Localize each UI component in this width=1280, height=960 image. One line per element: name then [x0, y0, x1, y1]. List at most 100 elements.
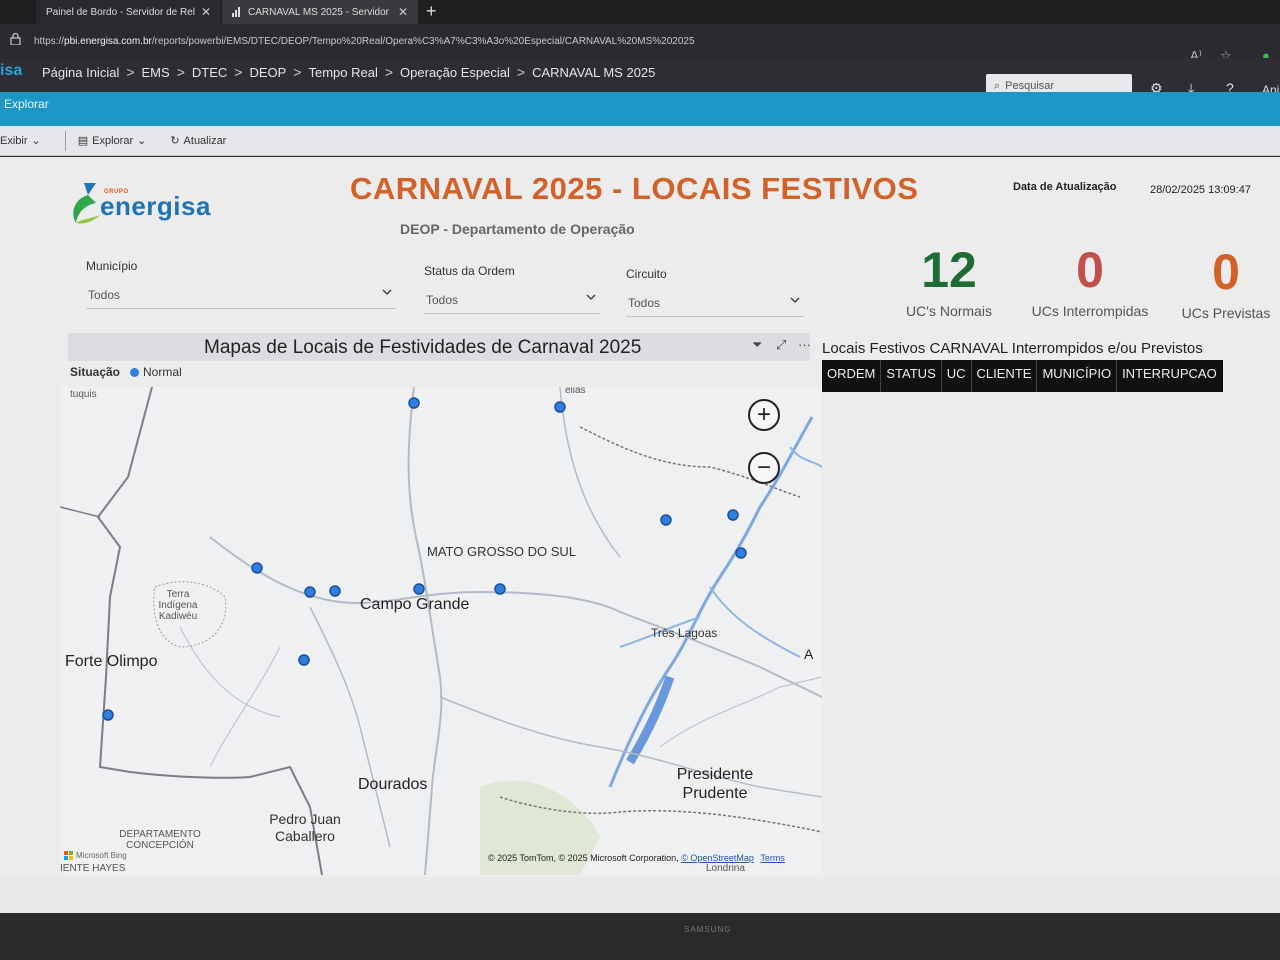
map-point [660, 514, 672, 526]
map-canvas[interactable]: MATO GROSSO DO SUL Campo Grande Três Lag… [60, 387, 822, 875]
chevron-down-icon: ⌄ [137, 135, 147, 147]
map-visual-header: Mapas de Locais de Festividades de Carna… [68, 333, 811, 361]
map-label-forte-olimpo: Forte Olimpo [65, 653, 158, 670]
breadcrumb-item[interactable]: Tempo Real [308, 65, 377, 80]
map-legend: Situação Normal [70, 365, 182, 379]
table-header: ORDEM STATUS UC CLIENTE MUNICÍPIO INTERR… [822, 360, 1223, 392]
slicer-dropdown-circuito[interactable]: Todos [626, 293, 804, 317]
view-menu-button[interactable]: Exibir ⌄ [0, 134, 41, 148]
slicer-dropdown-municipio[interactable]: Todos [86, 285, 396, 309]
kpi-value: 0 [1076, 242, 1104, 298]
chevron-right-icon: > [126, 64, 135, 80]
address-bar: https://pbi.energisa.com.br/reports/powe… [0, 24, 1280, 63]
url-text[interactable]: https://pbi.energisa.com.br/reports/powe… [34, 36, 695, 47]
column-header-municipio[interactable]: MUNICÍPIO [1037, 360, 1118, 392]
map-attribution: © 2025 TomTom, © 2025 Microsoft Corporat… [488, 853, 785, 863]
report-toolbar: Exibir ⌄ ▤ Explorar ⌄ ↻ Atualizar [0, 126, 1280, 156]
kpi-label: UCs Interrompidas [1031, 303, 1149, 319]
breadcrumb-item[interactable]: Página Inicial [42, 65, 119, 80]
search-placeholder: Pesquisar [1005, 80, 1055, 92]
map-point [727, 509, 739, 521]
browser-tab-painel[interactable]: Painel de Bordo - Servidor de Rel... ✕ [36, 0, 221, 24]
map-label-tres-lagoas: Três Lagoas [651, 626, 718, 640]
map-label-elias: elias [565, 387, 586, 396]
column-header-cliente[interactable]: CLIENTE [972, 360, 1038, 392]
slicer-municipio: Município Todos [86, 259, 396, 309]
monitor-brand: SAMSUNG [684, 925, 732, 934]
slicer-value: Todos [88, 288, 121, 302]
tab-label: Painel de Bordo - Servidor de Rel... [46, 6, 195, 18]
toolbar-divider [64, 130, 66, 151]
powerbi-favicon-icon [232, 7, 242, 17]
column-header-interrupcao[interactable]: INTERRUPCAO [1117, 360, 1223, 392]
osm-link[interactable]: © OpenStreetMap [681, 853, 754, 863]
zoom-out-button[interactable]: − [748, 452, 780, 484]
map-point [408, 397, 420, 409]
map-label-concepcion: DEPARTAMENTO CONCEPCIÓN [119, 829, 201, 851]
slicer-value: Todos [426, 293, 459, 307]
filter-icon[interactable]: ⏷ [752, 337, 762, 353]
map-point [298, 654, 310, 666]
brand-logo[interactable]: isa [0, 62, 22, 80]
lock-icon [10, 33, 21, 45]
map-point [251, 562, 263, 574]
bing-logo: Microsoft Bing [64, 851, 127, 860]
slicer-label: Município [86, 259, 138, 273]
map-label-campo-grande: Campo Grande [360, 596, 470, 613]
chevron-down-icon [382, 289, 392, 295]
map-point [735, 547, 747, 559]
explore-menu-button[interactable]: ▤ Explorar ⌄ [77, 134, 147, 148]
browser-tab-carnaval[interactable]: CARNAVAL MS 2025 - Servidor de... ✕ [222, 0, 418, 24]
map-label-hayes: IENTE HAYES [60, 863, 126, 874]
kpi-label: UC's Normais [906, 303, 992, 319]
breadcrumb-current: CARNAVAL MS 2025 [532, 64, 656, 80]
map-point [494, 583, 506, 595]
close-tab-icon[interactable]: ✕ [398, 5, 408, 19]
map-label-pedro-juan: Pedro Juan Caballero [269, 811, 341, 844]
breadcrumb-item[interactable]: DTEC [192, 65, 227, 80]
screen-bottom-strip [0, 877, 1280, 913]
zoom-in-button[interactable]: + [748, 399, 780, 431]
close-tab-icon[interactable]: ✕ [201, 5, 211, 19]
map-label-dourados: Dourados [358, 776, 428, 793]
kpi-value: 0 [1212, 244, 1240, 300]
energisa-logo: GRUPO energisa [70, 177, 220, 227]
breadcrumb-item[interactable]: DEOP [249, 65, 286, 80]
more-options-icon[interactable]: ··· [798, 337, 811, 352]
chevron-down-icon [586, 294, 596, 300]
slicer-value: Todos [628, 296, 661, 310]
map-title: Mapas de Locais de Festividades de Carna… [204, 337, 642, 358]
map-point [413, 583, 425, 595]
column-header-ordem[interactable]: ORDEM [822, 360, 882, 392]
kpi-label: UCs Previstas [1181, 305, 1271, 321]
chevron-right-icon: > [176, 64, 185, 80]
report-canvas: GRUPO energisa CARNAVAL 2025 - LOCAIS FE… [0, 157, 1280, 877]
chevron-right-icon: > [516, 64, 526, 80]
kpi-ucs-previstas: 0 UCs Previstas [1176, 247, 1276, 321]
kpi-ucs-interrompidas: 0 UCs Interrompidas [1022, 245, 1158, 319]
column-header-status[interactable]: STATUS [881, 360, 942, 392]
mode-bar: Explorar [0, 92, 1280, 126]
explore-icon: ▤ [77, 135, 89, 147]
breadcrumb-item[interactable]: Operação Especial [400, 65, 510, 80]
map-label-londrina: Londrina [706, 863, 745, 874]
chevron-right-icon: > [293, 64, 302, 80]
browser-tab-bar: Painel de Bordo - Servidor de Rel... ✕ C… [0, 0, 1280, 24]
slicer-dropdown-status[interactable]: Todos [424, 290, 600, 314]
map-point [329, 585, 341, 597]
map-label-state: MATO GROSSO DO SUL [427, 544, 577, 559]
terms-link[interactable]: Terms [760, 853, 785, 863]
minus-icon: − [756, 454, 771, 481]
chevron-down-icon: ⌄ [31, 135, 41, 147]
chevron-right-icon: > [384, 64, 394, 80]
column-header-uc[interactable]: UC [942, 360, 972, 392]
new-tab-plus-icon[interactable]: + [426, 1, 437, 22]
search-icon: ⌕ [994, 79, 1001, 92]
map-label-presidente-prudente: Presidente Prudente [676, 766, 754, 803]
refresh-button[interactable]: ↻ Atualizar [170, 134, 226, 148]
breadcrumb-item[interactable]: EMS [142, 65, 170, 80]
mode-label: Explorar [4, 97, 49, 111]
breadcrumb: Página Inicial > EMS > DTEC > DEOP > Tempo R… [42, 64, 655, 80]
report-subtitle: DEOP - Departamento de Operação [400, 221, 635, 237]
focus-mode-icon[interactable]: ⤢ [776, 337, 786, 353]
